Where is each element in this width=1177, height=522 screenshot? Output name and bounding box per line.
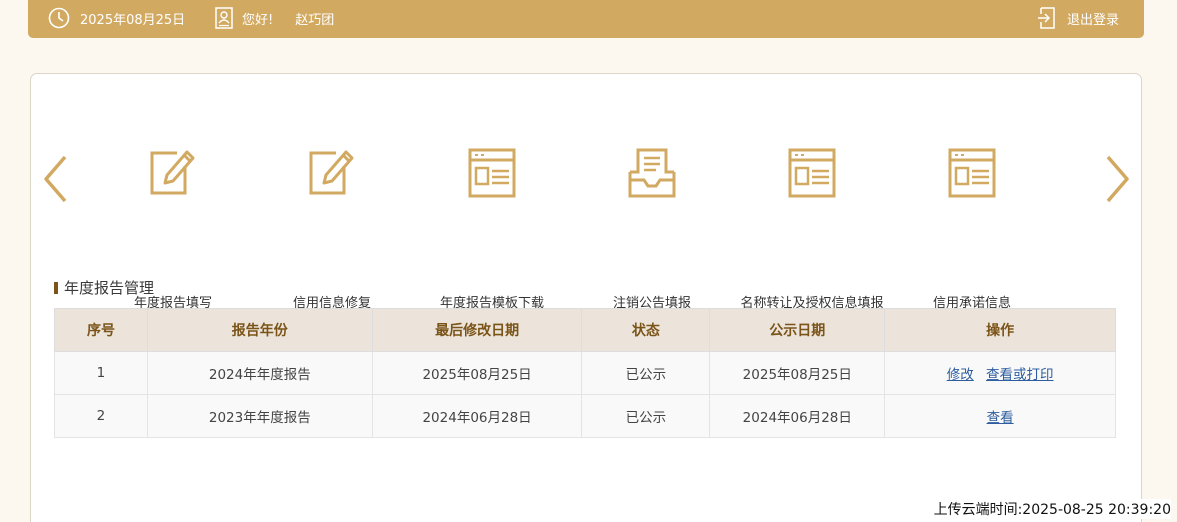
nav-annual-report-fill[interactable]: 年度报告填写 bbox=[93, 146, 253, 311]
section-title-text: 年度报告管理 bbox=[64, 279, 155, 297]
view-print-link[interactable]: 查看或打印 bbox=[986, 367, 1054, 383]
annual-report-table: 序号 报告年份 最后修改日期 状态 公示日期 操作 1 2024年年度报告 20… bbox=[54, 308, 1116, 438]
cell-index: 1 bbox=[54, 351, 148, 395]
edit-icon bbox=[309, 150, 354, 195]
column-header: 操作 bbox=[884, 308, 1116, 352]
logout-button[interactable]: 退出登录 bbox=[1037, 0, 1119, 36]
nav-cancellation-notice[interactable]: 注销公告填报 bbox=[572, 146, 732, 311]
section-title: 年度报告管理 bbox=[54, 277, 154, 298]
cell-status: 已公示 bbox=[581, 394, 711, 438]
table-row: 1 2024年年度报告 2025年08月25日 已公示 2025年08月25日 … bbox=[54, 351, 1116, 395]
nav-template-download[interactable]: 年度报告模板下载 bbox=[412, 146, 572, 311]
inbox-document-icon bbox=[628, 148, 676, 198]
cell-modified: 2025年08月25日 bbox=[371, 351, 583, 395]
logout-label: 退出登录 bbox=[1066, 12, 1119, 28]
carousel-prev-button[interactable] bbox=[41, 154, 71, 204]
cell-year: 2024年年度报告 bbox=[146, 351, 373, 395]
cell-publish: 2024年06月28日 bbox=[709, 394, 886, 438]
cell-actions: 查看 bbox=[884, 394, 1116, 438]
table-header-row: 序号 报告年份 最后修改日期 状态 公示日期 操作 bbox=[54, 308, 1116, 352]
main-panel: 年度报告填写 信用信息修复 年度报告模板下载 注销公告填报 名称转让及授权信息填… bbox=[30, 73, 1142, 522]
username: 赵巧团 bbox=[295, 12, 335, 28]
carousel-next-button[interactable] bbox=[1102, 154, 1132, 204]
edit-icon bbox=[150, 150, 195, 195]
upload-time: 上传云端时间:2025-08-25 20:39:20 bbox=[929, 499, 1171, 519]
chevron-right-icon bbox=[1106, 155, 1129, 203]
nav-credit-repair[interactable]: 信用信息修复 bbox=[252, 146, 412, 311]
nav-credit-commitment[interactable]: 信用承诺信息 bbox=[892, 146, 1052, 311]
document-list-icon bbox=[948, 148, 996, 198]
column-header: 序号 bbox=[54, 308, 148, 352]
cell-actions: 修改 查看或打印 bbox=[884, 351, 1116, 395]
column-header: 最后修改日期 bbox=[371, 308, 583, 352]
column-header: 公示日期 bbox=[709, 308, 886, 352]
greeting-text: 您好! bbox=[242, 12, 274, 28]
column-header: 状态 bbox=[581, 308, 711, 352]
cell-index: 2 bbox=[54, 394, 148, 438]
document-list-icon bbox=[468, 148, 516, 198]
user-info: 您好! 赵巧团 bbox=[214, 0, 334, 36]
cell-year: 2023年年度报告 bbox=[146, 394, 373, 438]
cell-status: 已公示 bbox=[581, 351, 711, 395]
table-row: 2 2023年年度报告 2024年06月28日 已公示 2024年06月28日 … bbox=[54, 394, 1116, 438]
date-display: 2025年08月25日 bbox=[48, 0, 185, 36]
top-bar: 2025年08月25日 您好! 赵巧团 退出登录 bbox=[28, 0, 1144, 38]
current-date: 2025年08月25日 bbox=[80, 12, 186, 28]
view-link[interactable]: 查看 bbox=[987, 410, 1014, 426]
column-header: 报告年份 bbox=[146, 308, 373, 352]
chevron-left-icon bbox=[44, 155, 67, 203]
user-card-icon bbox=[215, 7, 233, 29]
cell-publish: 2025年08月25日 bbox=[709, 351, 886, 395]
document-list-icon bbox=[788, 148, 836, 198]
clock-icon bbox=[48, 7, 70, 29]
section-marker bbox=[54, 281, 58, 294]
cell-modified: 2024年06月28日 bbox=[371, 394, 583, 438]
logout-icon bbox=[1037, 7, 1055, 29]
edit-link[interactable]: 修改 bbox=[947, 367, 974, 383]
nav-name-transfer[interactable]: 名称转让及授权信息填报 bbox=[732, 146, 892, 311]
